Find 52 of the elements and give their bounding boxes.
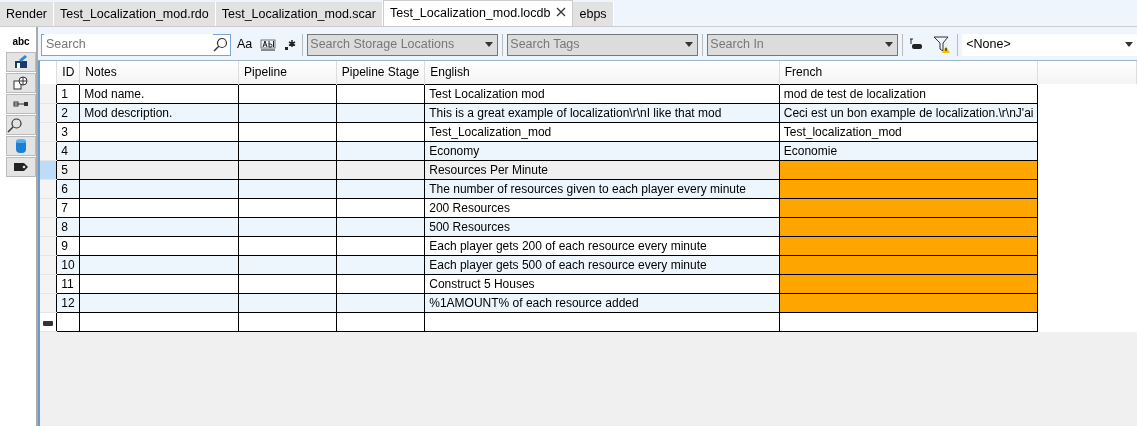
row-header[interactable] <box>40 198 57 217</box>
column-header[interactable]: Pipeline Stage <box>336 61 425 84</box>
table-cell: Test Localization mod <box>424 84 780 103</box>
table-cell: 9 <box>56 236 80 255</box>
column-header[interactable]: English <box>424 61 780 84</box>
table-cell: Each player gets 200 of each resource every minute <box>424 236 780 255</box>
table-cell: Mod name. <box>79 84 239 103</box>
row-header[interactable] <box>40 293 57 312</box>
table-cell: Test_localization_mod <box>779 122 1038 141</box>
row-header[interactable] <box>40 103 57 122</box>
caret-icon <box>485 42 494 47</box>
new-row-icon <box>43 320 53 326</box>
document-tab[interactable]: Test_Localization_mod.scar <box>215 2 383 26</box>
close-icon[interactable] <box>556 7 567 17</box>
column-header[interactable]: Pipeline <box>238 61 337 84</box>
globe-icon[interactable] <box>6 73 36 93</box>
link-icon[interactable] <box>6 94 36 114</box>
column-header[interactable]: French <box>779 61 1038 84</box>
row-header[interactable] <box>40 217 57 236</box>
table-cell: 3 <box>56 122 80 141</box>
search-field[interactable]: Search <box>41 33 231 56</box>
table-cell: Test_Localization_mod <box>424 122 780 141</box>
search-icon <box>213 37 228 52</box>
table-cell: mod de test de localization <box>779 84 1038 103</box>
whole-word-icon[interactable] <box>258 38 279 51</box>
table-cell: 7 <box>56 198 80 217</box>
caret-icon <box>1125 42 1133 47</box>
match-case-button[interactable]: Aa <box>235 35 255 54</box>
caret-icon <box>885 42 894 47</box>
row-header[interactable] <box>40 179 57 198</box>
document-tab[interactable]: ebps <box>573 2 614 26</box>
filter-combo[interactable]: <None> <box>962 33 1137 56</box>
table-cell: 11 <box>56 274 80 293</box>
tag-icon[interactable] <box>6 157 36 177</box>
row-header[interactable] <box>40 255 57 274</box>
row-header[interactable] <box>40 236 57 255</box>
row-header[interactable] <box>40 84 57 103</box>
table-cell: 200 Resources <box>424 198 780 217</box>
document-tab[interactable]: Render <box>0 2 54 26</box>
document-tab[interactable]: Test_Localization_mod.rdo <box>54 2 216 26</box>
table-cell: Construct 5 Houses <box>424 274 780 293</box>
row-header[interactable] <box>40 122 57 141</box>
column-header[interactable]: Notes <box>79 61 239 84</box>
table-cell: 1 <box>56 84 80 103</box>
row-header[interactable] <box>40 141 57 160</box>
row-header[interactable] <box>40 274 57 293</box>
edit-icon[interactable] <box>6 52 36 72</box>
row-header[interactable] <box>40 160 57 179</box>
document-tab[interactable]: Test_Localization_mod.locdb <box>382 0 574 26</box>
search-icon[interactable] <box>6 115 36 135</box>
caret-icon <box>685 42 694 47</box>
column-header[interactable]: ID <box>56 61 80 84</box>
